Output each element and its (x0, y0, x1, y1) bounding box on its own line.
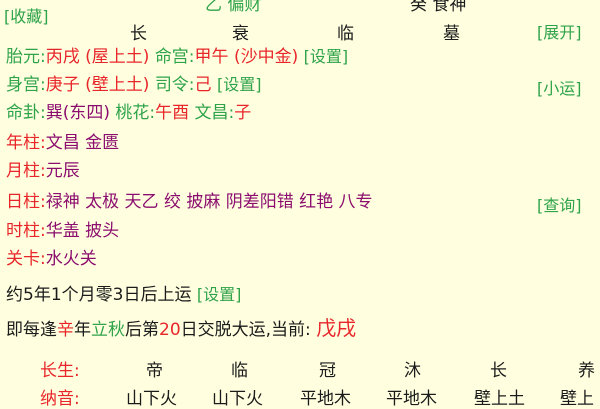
changsheng-cell: 帝 (146, 361, 163, 381)
taiyuan-value: 丙戌 (屋上土) (45, 47, 150, 67)
changsheng-cell: 长 (490, 361, 507, 381)
changsheng-cell: 养 (578, 361, 595, 381)
shengong-label: 身宫: (6, 75, 46, 95)
qiyun-row: 约5年1个月零3日后上运 [设置] (6, 284, 241, 306)
current-dayun: 戊戌 (316, 316, 357, 340)
jiaoyun-pre: 即每逢 (6, 320, 57, 340)
taiyuan-label: 胎元: (6, 47, 46, 67)
jiaoyun-mid2: 后第 (125, 320, 159, 340)
nayin-cell: 山下火 (212, 389, 263, 409)
minggua-value: 巽(东四) (45, 103, 110, 123)
collect-button[interactable]: [收藏] (4, 3, 49, 27)
changsheng-cell: 临 (231, 361, 248, 381)
query-button[interactable]: [查询] (537, 192, 582, 216)
nayin-cell: 平地木 (386, 389, 437, 409)
wenchang-value: 子 (234, 103, 252, 123)
top-cell: 长 (130, 24, 147, 44)
siling-set-button[interactable]: [设置] (217, 75, 262, 94)
qiyun-text: 约5年1个月零3日后上运 (6, 285, 192, 305)
changsheng-cell: 冠 (319, 361, 336, 381)
nianzhu-value: 文昌 金匮 (45, 133, 120, 153)
nayin-label: 纳音: (40, 389, 80, 409)
shizhu-row: 时柱:华盖 披头 (6, 220, 119, 242)
siling-value: 己 (194, 75, 212, 95)
rizhu-value: 禄神 太极 天乙 绞 披麻 阴差阳错 红艳 八专 (45, 192, 373, 212)
taiyuan-row: 胎元:丙戌 (屋上土) 命宫:甲午 (沙中金) [设置] (6, 46, 348, 68)
jiaoyun-stem: 辛 (57, 320, 74, 340)
nayin-cell: 平地木 (300, 389, 351, 409)
yuezhu-value: 元辰 (45, 161, 80, 181)
shengong-row: 身宫:庚子 (壁上土) 司令:己 [设置] (6, 74, 261, 96)
minggong-label: 命宫: (154, 47, 195, 67)
jiaoyun-day: 20 (159, 320, 181, 340)
top-partial-right: 癸 食神 (410, 0, 467, 15)
minggong-value: 甲午 (沙中金) (194, 47, 299, 67)
yuezhu-label: 月柱: (6, 161, 46, 181)
jiaoyun-mid1: 年 (74, 320, 91, 340)
changsheng-cell: 沐 (404, 361, 421, 381)
minggua-label: 命卦: (6, 103, 46, 123)
guanka-value: 水火关 (45, 249, 97, 269)
rizhu-label: 日柱: (6, 192, 46, 212)
rizhu-row: 日柱:禄神 太极 天乙 绞 披麻 阴差阳错 红艳 八专 (6, 191, 373, 213)
yuezhu-row: 月柱:元辰 (6, 160, 80, 182)
top-cell: 衰 (232, 24, 249, 44)
nianzhu-label: 年柱: (6, 133, 46, 153)
qiyun-set-button[interactable]: [设置] (197, 285, 242, 304)
nayin-cell: 壁上土 (474, 389, 525, 409)
jiaoyun-term: 立秋 (91, 320, 125, 340)
siling-label: 司令: (154, 75, 195, 95)
changsheng-label: 长生: (40, 361, 80, 381)
taohua-label: 桃花: (115, 103, 156, 123)
shengong-value: 庚子 (壁上土) (45, 75, 150, 95)
taohua-value: 午酉 (155, 103, 190, 123)
top-cell: 临 (337, 24, 354, 44)
guanka-label: 关卡: (6, 249, 46, 269)
jiaoyun-row: 即每逢辛年立秋后第20日交脱大运,当前: 戊戌 (6, 317, 356, 341)
minggong-set-button[interactable]: [设置] (304, 47, 349, 66)
jiaoyun-mid3: 日交脱大运,当前: (180, 320, 311, 340)
top-partial-left: 乙 偏财 (205, 0, 262, 15)
nayin-cell: 山下火 (126, 389, 177, 409)
shizhu-value: 华盖 披头 (45, 221, 120, 241)
luck-button[interactable]: [小运] (537, 75, 582, 99)
shizhu-label: 时柱: (6, 221, 46, 241)
nianzhu-row: 年柱:文昌 金匮 (6, 132, 119, 154)
top-cell: 墓 (443, 24, 460, 44)
minggua-row: 命卦:巽(东四) 桃花:午酉 文昌:子 (6, 102, 251, 124)
expand-button[interactable]: [展开] (537, 19, 582, 43)
wenchang-label: 文昌: (194, 103, 235, 123)
nayin-cell: 壁上 (560, 389, 594, 409)
guanka-row: 关卡:水火关 (6, 248, 97, 270)
